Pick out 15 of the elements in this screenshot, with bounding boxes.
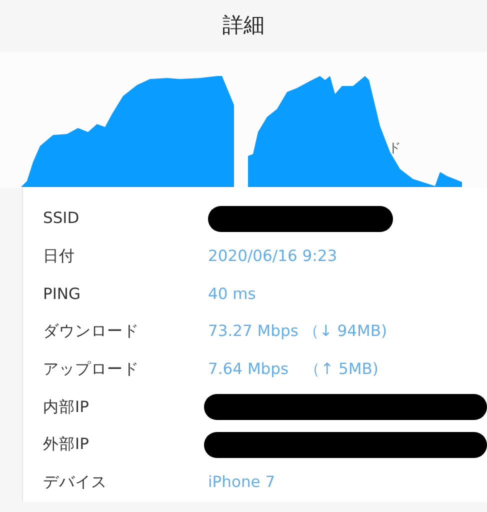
field-label: 外部IP — [42, 434, 90, 456]
field-value: 2020/06/16 9:23 — [208, 246, 338, 267]
field-label: 内部IP — [42, 396, 90, 418]
field-label: ダウンロード — [42, 321, 140, 342]
field-value: 7.64 Mbps （↑ 5MB) — [208, 358, 378, 380]
field-value: 73.27 Mbps （↓ 94MB) — [208, 321, 388, 342]
field-value: 40 ms — [208, 284, 256, 305]
chart-label-fragment: ド — [388, 140, 401, 158]
field-label: 日付 — [42, 246, 76, 267]
title: 詳細 — [222, 12, 266, 39]
field-label: SSID — [42, 208, 80, 230]
field-label: デバイス — [42, 472, 108, 494]
field-label: アップロード — [42, 358, 140, 380]
field-value: iPhone 7 — [208, 472, 276, 494]
field-label: PING — [42, 284, 82, 305]
